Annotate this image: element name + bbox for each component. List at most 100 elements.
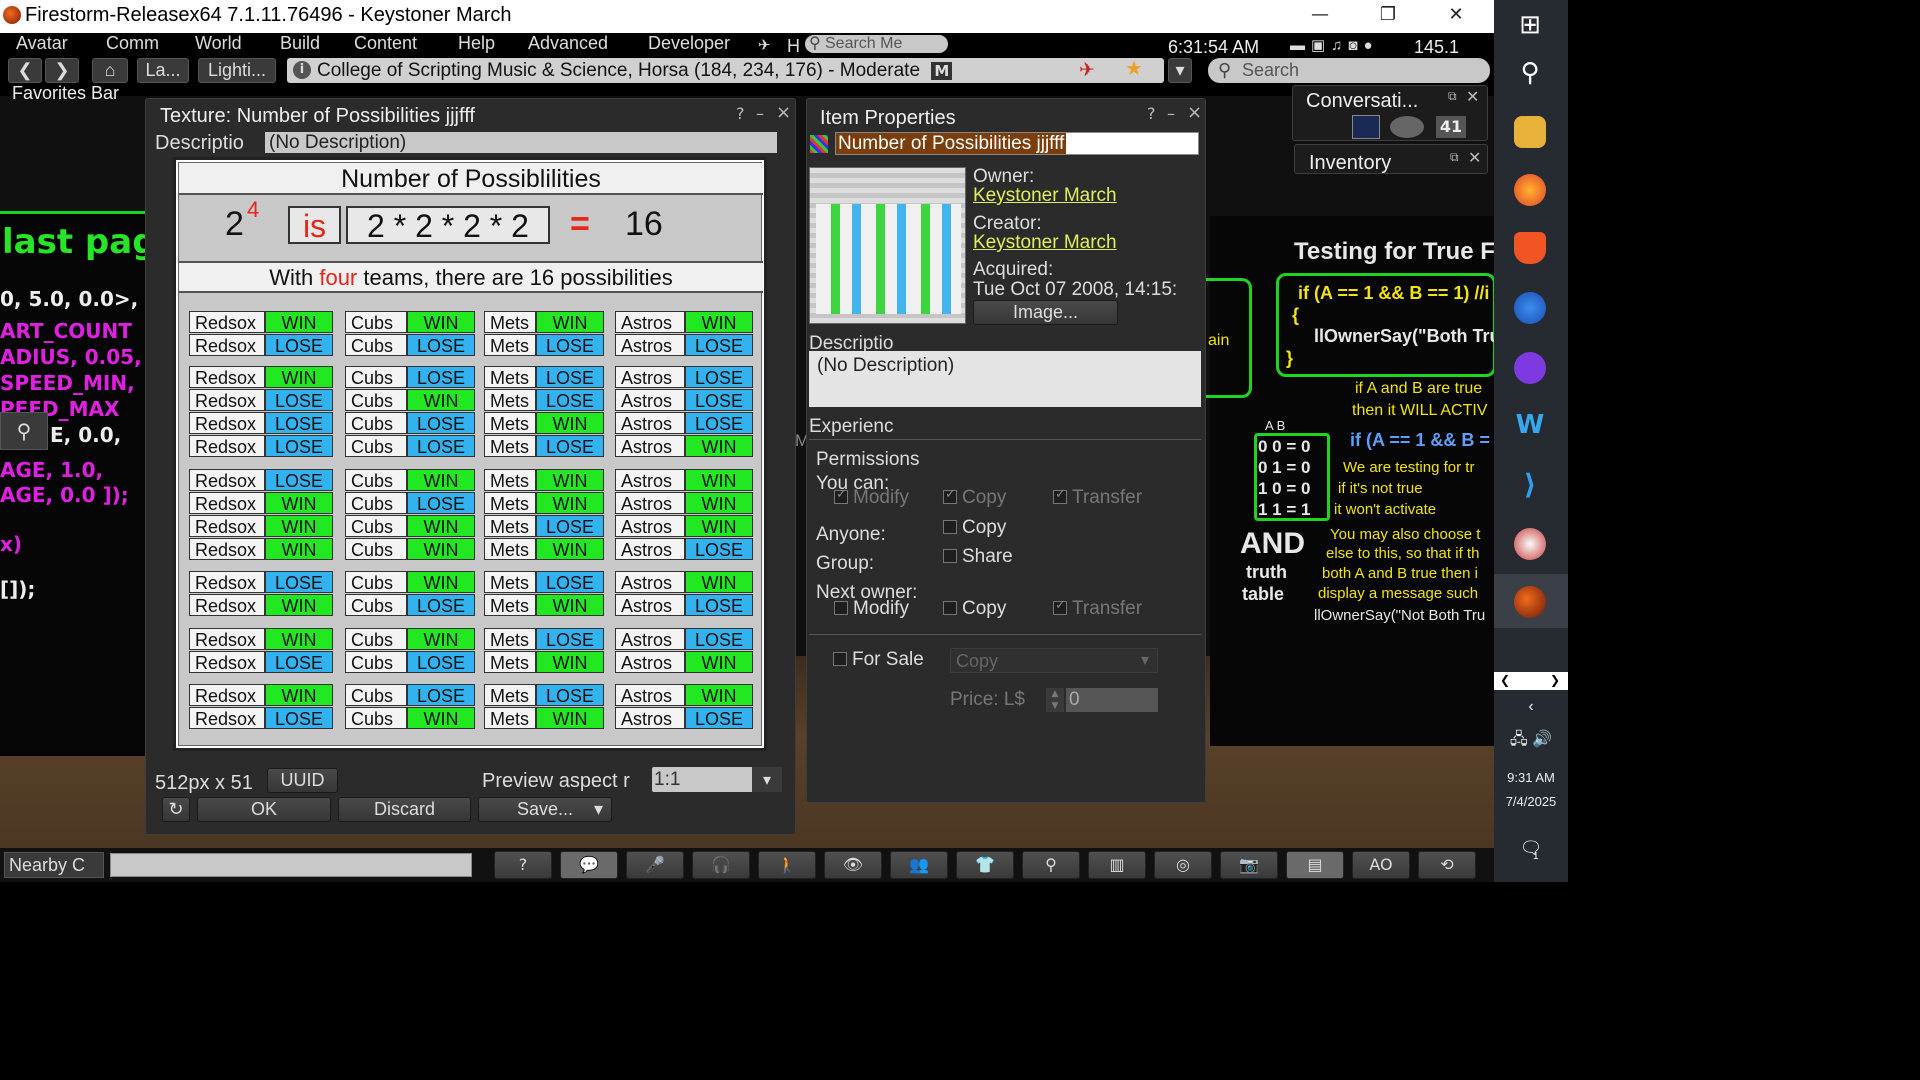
nearby-chat-label[interactable]: Nearby C [4,852,104,878]
sale-type-combo[interactable]: Copy ▾ [950,648,1158,673]
notification-icon[interactable]: 🗨 [1494,838,1568,859]
snapshot-icon[interactable]: 📷 [1220,851,1278,879]
owner-link[interactable]: Keystoner March [973,185,1117,207]
forward-button[interactable]: ❯ [45,58,79,83]
firefox-icon[interactable] [1514,174,1546,206]
menu-advanced[interactable]: Advanced [528,33,608,54]
creator-link[interactable]: Keystoner March [973,232,1117,254]
image-button[interactable]: Image... [973,300,1118,325]
close-icon[interactable]: ✕ [1438,4,1474,28]
refresh-icon[interactable]: ↻ [162,797,190,822]
search-icon[interactable]: ⚲ [1514,58,1546,90]
price-spinner-icon[interactable]: ▲ ▼ [1046,688,1064,712]
undock-icon[interactable]: ⧉ [1448,89,1457,104]
close-icon[interactable]: × [776,102,791,123]
next-modify-checkbox[interactable] [834,601,848,615]
chat-icon[interactable]: 💬 [560,851,618,879]
result-cell: LOSE [407,651,475,673]
status-icons[interactable]: ▬▣♫◙● [1290,36,1379,54]
h-indicator[interactable]: H [787,36,800,57]
landmarks-button[interactable]: La... [137,58,189,83]
windows-start-icon[interactable]: ⊞ [1514,10,1546,42]
for-sale-checkbox[interactable] [833,652,847,666]
firefox-dev-icon[interactable] [1514,292,1546,324]
voice-icon[interactable]: 🎤 [626,851,684,879]
search-icon[interactable]: ⚲ [1022,851,1080,879]
search-menu-input[interactable]: ⚲ Search Me [805,35,948,53]
close-icon[interactable]: × [1187,102,1202,123]
vscode-icon[interactable]: ⟩ [1514,468,1546,501]
transfer-checkbox[interactable] [1053,487,1067,504]
restore-icon[interactable]: ❐ [1370,4,1406,28]
menu-content[interactable]: Content [354,33,417,54]
modify-checkbox[interactable] [834,487,848,504]
appearance-icon[interactable]: 👕 [956,851,1014,879]
map-pin-icon[interactable]: ⚲ [0,412,48,450]
discard-button[interactable]: Discard [338,797,471,822]
close-icon[interactable]: ✕ [1468,148,1481,167]
tray-scroll[interactable]: ❮ ❯ [1494,672,1568,690]
chat-bubble-icon[interactable] [1390,116,1424,138]
walk-icon[interactable]: 🚶 [758,851,816,879]
close-icon[interactable]: ✕ [1466,87,1479,106]
ok-button[interactable]: OK [197,797,331,822]
menu-comm[interactable]: Comm [106,33,159,54]
uuid-button[interactable]: UUID [267,768,338,793]
help-icon[interactable]: ? [494,851,552,879]
menu-help[interactable]: Help [458,33,495,54]
item-name-field[interactable]: Number of Possibilities jjjfff [835,132,1199,155]
app-icon[interactable] [1514,528,1546,560]
info-icon[interactable]: i [293,61,311,79]
anyone-copy-checkbox[interactable] [943,520,957,534]
save-button[interactable]: Save... ▾ [478,797,612,822]
headphones-icon[interactable]: 🎧 [692,851,750,879]
favorite-star-icon[interactable]: ★ [1125,58,1143,82]
minimize-icon[interactable]: – [1167,104,1175,123]
brave-icon[interactable] [1514,232,1546,264]
chevron-left-icon[interactable]: ❮ [1500,673,1510,687]
map-icon[interactable]: ▥ [1088,851,1146,879]
firestorm-icon[interactable] [1514,586,1546,618]
undock-icon[interactable]: ⧉ [1450,150,1459,165]
copy-checkbox[interactable] [943,487,957,504]
aspect-combo[interactable]: 1:1 ▾ [652,767,782,792]
fly-icon[interactable]: ✈ [758,36,771,54]
conversation-thumb[interactable] [1352,115,1380,139]
inventory-icon[interactable]: ▤ [1286,851,1344,879]
price-input[interactable]: 0 [1066,688,1158,712]
view-icon[interactable]: 👁 [824,851,882,879]
chevron-left-icon[interactable]: ‹ [1494,698,1568,716]
back-button[interactable]: ❮ [8,58,42,83]
inventory-title[interactable]: Inventory [1309,152,1391,175]
location-bar[interactable]: i College of Scripting Music & Science, … [287,58,1164,83]
menu-build[interactable]: Build [280,33,320,54]
next-copy-checkbox[interactable] [943,601,957,615]
tor-icon[interactable] [1514,352,1546,384]
menu-avatar[interactable]: Avatar [16,33,68,54]
help-icon[interactable]: ? [736,104,745,123]
description-textarea[interactable]: (No Description) [809,351,1201,407]
menu-developer[interactable]: Developer [648,33,730,54]
menu-world[interactable]: World [195,33,242,54]
editor-icon[interactable]: W [1514,410,1546,442]
ao-button[interactable]: AO [1352,851,1410,879]
team-cell: Cubs [345,492,407,514]
rotate-icon[interactable]: ⟲ [1418,851,1476,879]
description-field[interactable]: (No Description) [265,132,777,153]
file-explorer-icon[interactable] [1514,116,1546,148]
chevron-right-icon[interactable]: ❯ [1550,673,1560,687]
next-transfer-checkbox[interactable] [1053,598,1067,615]
minimize-icon[interactable]: – [756,104,764,123]
search-input[interactable]: ⚲ Search [1208,58,1490,83]
network-volume-icons[interactable]: 🖧 🔊 [1494,728,1568,755]
location-dropdown-icon[interactable]: ▾ [1168,58,1192,83]
group-share-checkbox[interactable] [943,549,957,563]
help-icon[interactable]: ? [1147,104,1156,123]
minimize-icon[interactable]: — [1302,4,1338,28]
conversations-title[interactable]: Conversati... [1306,90,1418,113]
minimap-icon[interactable]: ◎ [1154,851,1212,879]
people-icon[interactable]: 👥 [890,851,948,879]
lighting-button[interactable]: Lighti... [198,58,276,83]
chat-input[interactable] [110,853,472,877]
home-icon[interactable]: ⌂ [92,58,128,83]
